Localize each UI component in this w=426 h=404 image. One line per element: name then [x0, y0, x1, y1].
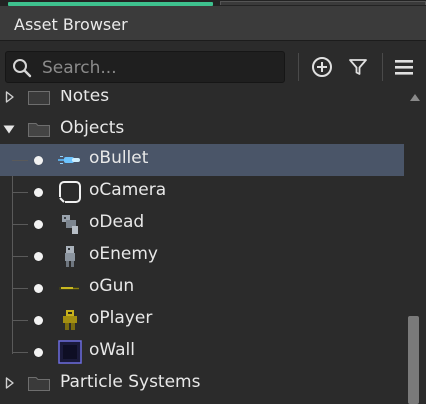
filter-button[interactable] [344, 53, 372, 81]
search-box[interactable] [5, 51, 285, 84]
tree-folder-objects[interactable]: Objects [0, 114, 404, 146]
filter-icon [349, 59, 367, 75]
object-label: oBullet [89, 148, 149, 168]
tree-branch [12, 160, 28, 161]
folder-icon [28, 377, 50, 391]
add-asset-button[interactable] [308, 53, 336, 81]
panel-title: Asset Browser [14, 15, 128, 34]
folder-icon [28, 91, 50, 105]
player-sprite-icon [63, 310, 77, 330]
plus-circle-icon [312, 57, 332, 77]
tree-branch [12, 224, 28, 225]
status-dot [34, 316, 43, 325]
gun-sprite-icon [59, 287, 79, 290]
bullet-sprite-icon [58, 156, 80, 164]
status-dot [34, 284, 43, 293]
toolbar-divider [382, 53, 383, 81]
scrollbar-thumb[interactable] [408, 316, 419, 404]
object-label: oWall [89, 340, 135, 360]
search-input[interactable] [40, 52, 280, 84]
chevron-down-icon [3, 125, 15, 134]
tree-branch [12, 352, 28, 353]
folder-label: Objects [60, 118, 125, 138]
tree-item-ogun[interactable]: oGun [0, 272, 404, 304]
tree-branch [12, 320, 28, 321]
toolbar-divider [298, 53, 299, 81]
hamburger-menu-icon [395, 60, 413, 75]
inactive-tab[interactable] [220, 1, 426, 5]
folder-label: Particle Systems [60, 372, 201, 392]
tree-folder-notes[interactable]: Notes [0, 90, 404, 114]
object-label: oGun [89, 276, 135, 296]
camera-sprite-icon [59, 181, 81, 203]
tree-item-oplayer[interactable]: oPlayer [0, 304, 404, 336]
object-label: oEnemy [89, 244, 158, 264]
status-dot [34, 220, 43, 229]
object-label: oDead [89, 212, 145, 232]
folder-label: Notes [60, 90, 110, 106]
dead-sprite-icon [62, 215, 78, 234]
search-icon [12, 58, 32, 82]
asset-toolbar [0, 41, 426, 90]
chevron-right-icon [5, 377, 14, 389]
status-dot [34, 188, 43, 197]
status-dot [34, 156, 43, 165]
vertical-scrollbar[interactable] [404, 90, 426, 404]
object-label: oCamera [89, 180, 167, 200]
tree-folder-particle-systems[interactable]: Particle Systems [0, 368, 404, 400]
tree-item-ocamera[interactable]: oCamera [0, 176, 404, 208]
chevron-right-icon [5, 91, 14, 103]
status-dot [34, 348, 43, 357]
tree-item-owall[interactable]: oWall [0, 336, 404, 368]
menu-button[interactable] [390, 53, 418, 81]
tree-branch [12, 256, 28, 257]
tree-branch [12, 288, 28, 289]
enemy-sprite-icon [65, 246, 75, 267]
scroll-up-arrow-icon[interactable] [410, 94, 420, 101]
tree-branch [12, 192, 28, 193]
tree-item-obullet[interactable]: oBullet [0, 144, 404, 176]
wall-sprite-icon [58, 340, 82, 364]
object-label: oPlayer [89, 308, 153, 328]
folder-open-icon [28, 123, 50, 137]
status-dot [34, 252, 43, 261]
panel-header: Asset Browser [0, 6, 426, 41]
tree-item-odead[interactable]: oDead [0, 208, 404, 240]
asset-tree: Notes Objects oBullet oCamera oDead oEne… [0, 90, 404, 404]
tree-item-oenemy[interactable]: oEnemy [0, 240, 404, 272]
